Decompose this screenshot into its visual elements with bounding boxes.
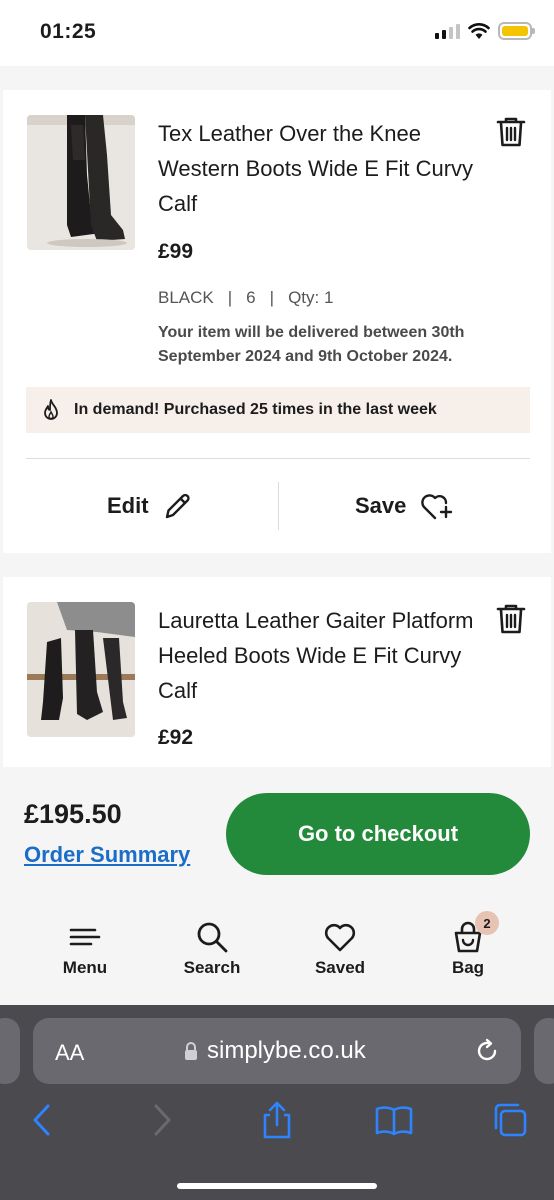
nav-menu-label: Menu (62, 958, 108, 977)
trash-icon[interactable] (496, 603, 526, 635)
next-tab-peek[interactable] (534, 1018, 554, 1084)
save-label: Save (355, 493, 407, 518)
order-summary-link[interactable]: Order Summary (24, 842, 190, 868)
nav-search[interactable]: Search (162, 920, 262, 978)
pencil-icon (165, 493, 190, 519)
nav-search-label: Search (183, 958, 241, 977)
share-icon[interactable] (257, 1100, 297, 1140)
trash-icon[interactable] (496, 116, 526, 148)
bag-item-card: Tex Leather Over the Knee Western Boots … (3, 90, 551, 553)
heart-plus-icon (421, 494, 453, 520)
status-time: 01:25 (40, 20, 97, 43)
demand-banner: In demand! Purchased 25 times in the las… (26, 387, 530, 433)
forward-icon[interactable] (142, 1100, 182, 1140)
divider (26, 458, 530, 459)
home-indicator (177, 1183, 377, 1189)
tabs-icon[interactable] (490, 1100, 530, 1140)
product-meta: BLACK | 6 | Qty: 1 (158, 288, 333, 308)
product-name[interactable]: Tex Leather Over the Knee Western Boots … (158, 116, 478, 221)
back-icon[interactable] (22, 1100, 62, 1140)
delivery-estimate: Your item will be delivered between 30th… (158, 324, 465, 365)
text-size-button[interactable]: AA (55, 1040, 84, 1066)
hamburger-icon (69, 928, 101, 946)
nav-bag-label: Bag (451, 958, 485, 977)
url-text: simplybe.co.uk (207, 1037, 366, 1064)
address-bar[interactable]: AA simplybe.co.uk (33, 1018, 521, 1084)
wifi-icon (468, 23, 490, 39)
save-button[interactable]: Save (355, 482, 454, 530)
bag-count-badge: 2 (475, 911, 499, 935)
url-display[interactable]: simplybe.co.uk (183, 1037, 366, 1065)
heart-icon (324, 923, 356, 952)
product-name[interactable]: Lauretta Leather Gaiter Platform Heeled … (158, 603, 478, 708)
status-icons (435, 22, 535, 40)
previous-tab-peek[interactable] (0, 1018, 20, 1084)
bottom-nav: Menu Search Saved Bag 2 (0, 911, 554, 990)
order-total: £195.50 (24, 799, 122, 829)
battery-icon (498, 22, 535, 40)
product-image[interactable] (27, 115, 135, 250)
nav-saved[interactable]: Saved (290, 920, 390, 978)
search-icon (197, 922, 228, 953)
meta-separator: | (269, 288, 275, 307)
product-colour: BLACK (158, 288, 214, 307)
reload-icon[interactable] (473, 1037, 501, 1065)
browser-toolbar: AA simplybe.co.uk (0, 1005, 554, 1200)
checkout-bar: £195.50 Order Summary Go to checkout Men… (0, 767, 554, 1005)
browser-nav-icons (0, 1100, 554, 1150)
flame-icon (44, 399, 58, 420)
action-divider (278, 482, 279, 530)
nav-bag[interactable]: Bag 2 (418, 911, 518, 978)
lock-icon (185, 1042, 197, 1060)
edit-button[interactable]: Edit (107, 482, 193, 530)
product-price: £99 (158, 240, 194, 263)
meta-separator: | (227, 288, 233, 307)
product-price: £92 (158, 726, 194, 749)
product-image[interactable] (27, 602, 135, 737)
demand-text: In demand! Purchased 25 times in the las… (74, 401, 437, 418)
product-qty: Qty: 1 (288, 288, 334, 307)
signal-icon (435, 23, 460, 39)
checkout-button[interactable]: Go to checkout (226, 793, 530, 875)
nav-menu[interactable]: Menu (35, 920, 135, 978)
bag-item-card: Lauretta Leather Gaiter Platform Heeled … (3, 577, 551, 777)
nav-saved-label: Saved (314, 958, 366, 977)
product-size: 6 (246, 288, 256, 307)
status-bar: 01:25 (0, 0, 554, 66)
edit-label: Edit (107, 493, 149, 518)
bookmarks-icon[interactable] (374, 1100, 414, 1140)
